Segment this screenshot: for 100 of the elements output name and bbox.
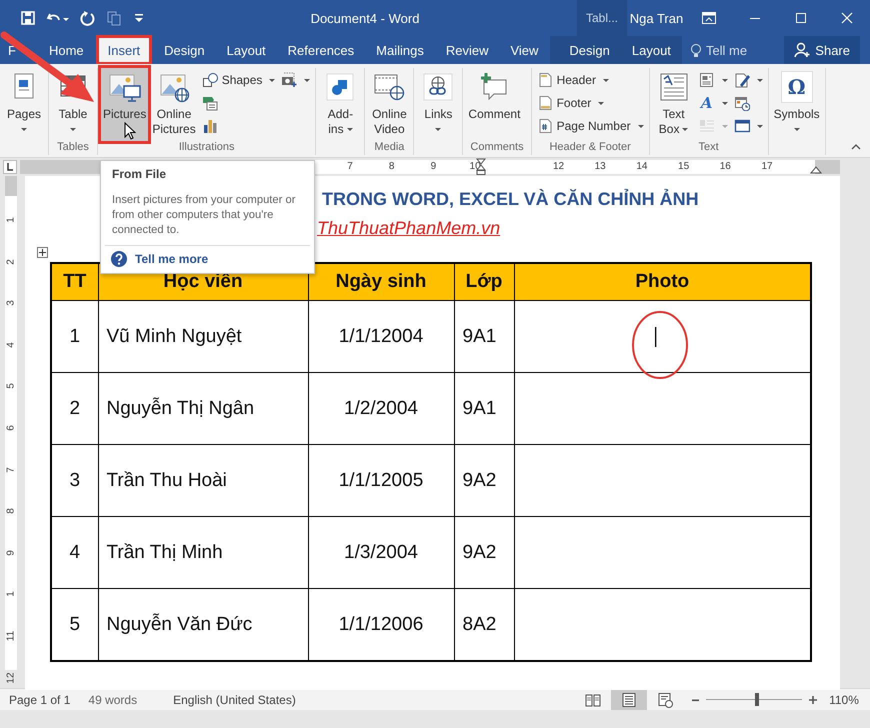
ribbon-button[interactable]: Ω Symbols (772, 68, 822, 141)
ribbon-button[interactable]: Page Number (534, 116, 646, 136)
ribbon-tab[interactable]: References (276, 36, 366, 64)
ribbon-display-icon[interactable] (701, 10, 717, 26)
dropdown-arrow-icon (602, 78, 609, 82)
ribbon-button[interactable]: Online Pictures (150, 68, 198, 141)
ribbon-tab[interactable]: Mailings (365, 36, 435, 64)
ribbon-tab[interactable]: Design (550, 36, 621, 64)
dropdown-arrow-icon (598, 102, 604, 104)
table-cell: 9A1 (454, 372, 514, 444)
group-label: Media (373, 141, 406, 155)
bar-chart-icon (202, 118, 218, 134)
ribbon-button[interactable]: Add-ins (319, 68, 362, 141)
ribbon-tab[interactable]: Review (434, 36, 500, 64)
header-icon (536, 72, 553, 88)
user-name[interactable]: Nga Tran (627, 10, 686, 26)
ribbon-button[interactable]: Footer (534, 93, 646, 113)
signature-icon (734, 72, 750, 88)
dropdown-arrow-icon (756, 124, 763, 128)
context-tab-label: Tabl... (577, 0, 627, 36)
ribbon-tab[interactable]: Layout (216, 36, 277, 64)
table-cell: 1/2/2004 (308, 372, 454, 444)
ribbon-tab[interactable]: Layout (620, 36, 682, 64)
zoom-in-icon[interactable] (808, 694, 818, 704)
save-icon[interactable] (20, 10, 36, 26)
window-title: Document4 - Word (310, 10, 420, 26)
tell-me-more-link[interactable]: Tell me more (135, 252, 208, 266)
copy-icon[interactable] (106, 10, 122, 26)
table-cell: 1 (51, 300, 98, 372)
table-cell: 2 (51, 372, 98, 444)
ribbon-button[interactable]: Header (534, 70, 646, 90)
collapse-ribbon-icon[interactable] (850, 142, 862, 151)
zoom-level[interactable]: 110% (818, 692, 870, 706)
dropdown-arrow-icon (722, 124, 728, 128)
group-label: Tables (56, 141, 90, 155)
table-cell: 9A2 (454, 444, 514, 516)
footer-icon (536, 95, 553, 111)
ruler-number: 17 (761, 161, 773, 172)
ruler-number: 3 (6, 299, 16, 308)
tab-stop-icon[interactable] (3, 160, 17, 174)
quick-parts-icon (698, 72, 715, 88)
dropdown-arrow-icon (70, 128, 76, 131)
read-mode-icon (585, 692, 601, 708)
ruler-number: 9 (430, 161, 436, 172)
ribbon-tab[interactable]: View (499, 36, 550, 64)
mouse-pointer-icon (124, 122, 136, 140)
ruler-number: 8 (6, 507, 16, 516)
table-cell: Vũ Minh Nguyệt (98, 300, 308, 372)
view-button[interactable] (611, 689, 647, 710)
language-indicator[interactable]: English (United States) (164, 692, 305, 706)
ribbon-tab[interactable]: Home (38, 36, 95, 64)
ruler-number: 8 (388, 161, 394, 172)
ribbon-button[interactable]: Links (417, 68, 460, 141)
ruler-number: 14 (636, 161, 648, 172)
ribbon-button[interactable]: Pictures (101, 68, 148, 141)
table-cell: Trần Thị Minh (98, 516, 308, 588)
column-header: TT (51, 263, 98, 300)
close-icon[interactable] (839, 10, 855, 26)
window-icon (734, 118, 750, 134)
ruler-number: 5 (6, 382, 16, 392)
web-layout-icon (657, 692, 673, 708)
maximize-icon[interactable] (793, 10, 809, 26)
word-count[interactable]: 49 words (79, 692, 146, 706)
ribbon-button[interactable]: Text Box (652, 68, 695, 141)
shapes-icon (202, 72, 218, 88)
ruler-number: 12 (6, 672, 16, 684)
ribbon-tab[interactable]: Insert (96, 36, 152, 64)
column-header: Photo (514, 263, 811, 300)
dropdown-arrow-icon (794, 128, 800, 131)
ruler-number: 4 (6, 341, 16, 350)
ribbon-button[interactable]: Pages (3, 68, 45, 141)
source-link[interactable]: ThuThuatPhanMem.vn (317, 218, 500, 238)
share-button[interactable]: Share (784, 36, 860, 64)
tooltip-title: From File (111, 167, 168, 182)
diagram-icon (202, 95, 218, 111)
ruler-number: 9 (6, 549, 16, 558)
table-move-handle-icon[interactable] (37, 247, 48, 258)
lightbulb-icon (690, 42, 702, 58)
ribbon-tab[interactable]: Design (153, 36, 216, 64)
zoom-slider-thumb[interactable] (754, 693, 759, 706)
ribbon-button[interactable]: A (696, 93, 730, 113)
ruler-number: 7 (347, 161, 353, 172)
dropdown-arrow-icon (304, 78, 310, 82)
ribbon-button[interactable]: Shapes (200, 70, 278, 90)
ribbon-button[interactable] (279, 70, 312, 90)
ribbon-button[interactable]: Online Video (368, 68, 410, 141)
ruler-number: 6 (6, 424, 16, 433)
camera-icon (281, 72, 298, 88)
column-header: Lớp (454, 263, 514, 300)
ruler-margin (5, 176, 17, 196)
tooltip-text: Insert pictures from your computer or from other computers that you're connected to. (111, 193, 296, 238)
drop-cap-icon (698, 118, 715, 134)
table-cell: 1/3/2004 (308, 516, 454, 588)
document-title: TRONG WORD, EXCEL VÀ CĂN CHỈNH ẢNH (322, 188, 699, 211)
customize-icon[interactable] (132, 11, 146, 25)
table-cell: 1/1/12005 (308, 444, 454, 516)
tell-me-field[interactable]: Tell me (682, 36, 756, 64)
ribbon-button[interactable]: Comment (466, 68, 522, 141)
page-count[interactable]: Page 1 of 1 (0, 692, 80, 706)
redo-icon[interactable] (80, 10, 96, 26)
